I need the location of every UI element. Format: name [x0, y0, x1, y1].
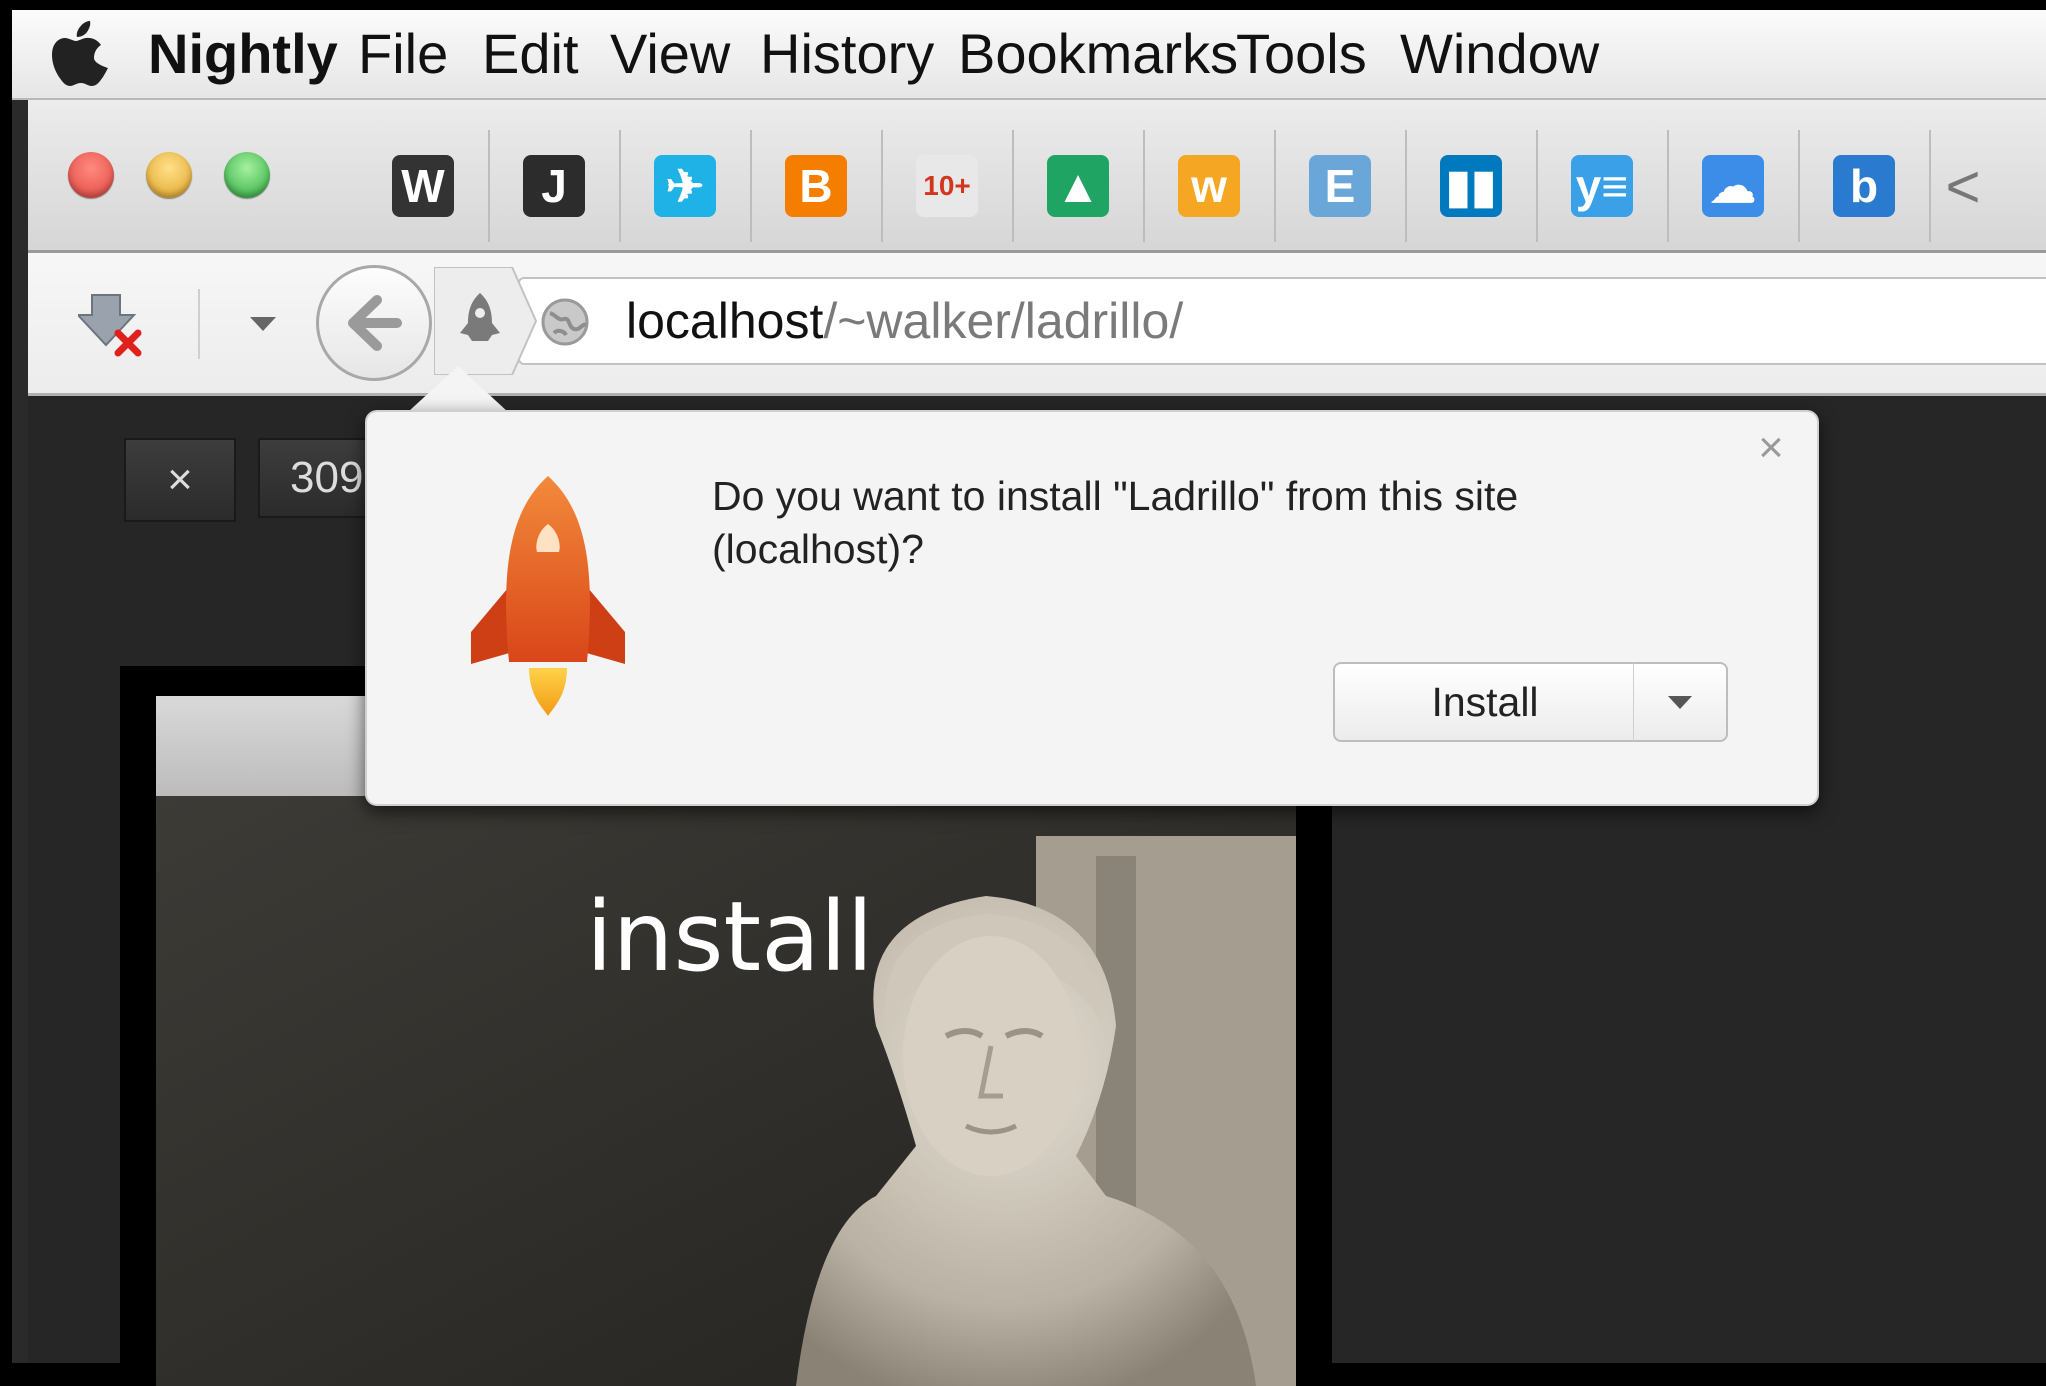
mac-menu-bar: Nightly File Edit View History Bookmarks… — [12, 10, 2046, 100]
url-text: localhost/~walker/ladrillo/ — [626, 279, 1183, 363]
url-host: localhost — [626, 293, 824, 349]
apple-logo-icon[interactable] — [46, 18, 116, 94]
wikipedia-icon: W — [392, 155, 454, 217]
bookmarks-toolbar: < W J ✈ B 10+ ▲ w E ▮▮ y≡ ☁ b — [28, 100, 2046, 253]
url-path: /~walker/ladrillo/ — [823, 293, 1184, 349]
page-close-button[interactable]: × — [124, 438, 236, 522]
rocket-app-install-icon[interactable] — [456, 291, 504, 349]
bookmark-button-jsfiddle[interactable]: J — [489, 130, 621, 242]
bookmark-button-google-drive[interactable]: ▲ — [1013, 130, 1145, 242]
chevron-down-icon[interactable] — [246, 313, 280, 335]
globe-icon — [541, 298, 589, 346]
bookmark-button-blogger[interactable]: B — [751, 130, 883, 242]
back-button[interactable] — [316, 265, 432, 381]
flight-icon: ✈ — [654, 155, 716, 217]
menu-bookmarks[interactable]: Bookmarks — [958, 10, 1238, 98]
minimize-window-button[interactable] — [146, 152, 192, 198]
bookmark-button-evernote[interactable]: E — [1275, 130, 1407, 242]
cloud-upload-icon: ☁ — [1702, 155, 1764, 217]
install-popup: Do you want to install "Ladrillo" from t… — [365, 410, 1819, 806]
bookmark-button-calendar[interactable]: 10+ — [882, 130, 1014, 242]
yammer-icon: y≡ — [1571, 155, 1633, 217]
blogger-icon: B — [785, 155, 847, 217]
menu-file[interactable]: File — [358, 10, 448, 98]
trello-icon: ▮▮ — [1440, 155, 1502, 217]
popup-close-icon[interactable]: × — [1749, 426, 1793, 470]
bookmarks-overflow-chevron-icon[interactable]: < — [1928, 130, 1998, 242]
zoom-window-button[interactable] — [224, 152, 270, 198]
menu-view[interactable]: View — [610, 10, 730, 98]
install-prompt-message: Do you want to install "Ladrillo" from t… — [712, 473, 1519, 572]
close-window-button[interactable] — [68, 152, 114, 198]
downloads-error-icon[interactable] — [78, 289, 144, 357]
bookmark-button-bing[interactable]: b — [1799, 130, 1931, 242]
bookmark-button-trello[interactable]: ▮▮ — [1406, 130, 1538, 242]
jsfiddle-icon: J — [523, 155, 585, 217]
bookmark-button-yammer[interactable]: y≡ — [1537, 130, 1669, 242]
install-button[interactable]: Install — [1333, 662, 1637, 742]
bookmark-button-flight[interactable]: ✈ — [620, 130, 752, 242]
url-bar[interactable]: localhost/~walker/ladrillo/ — [434, 267, 2046, 375]
navigation-bar: localhost/~walker/ladrillo/ — [28, 253, 2046, 396]
menu-window[interactable]: Window — [1400, 10, 1599, 98]
workday-icon: w — [1178, 155, 1240, 217]
rocket-icon — [471, 476, 625, 716]
back-arrow-icon — [348, 295, 402, 351]
bookmark-button-wikipedia[interactable]: W — [358, 130, 490, 242]
menu-edit[interactable]: Edit — [482, 10, 579, 98]
evernote-icon: E — [1309, 155, 1371, 217]
bing-icon: b — [1833, 155, 1895, 217]
google-drive-icon: ▲ — [1047, 155, 1109, 217]
menu-tools[interactable]: Tools — [1236, 10, 1367, 98]
chevron-down-icon — [1668, 696, 1692, 709]
bookmark-button-cloud-upload[interactable]: ☁ — [1668, 130, 1800, 242]
toolbar-separator — [198, 289, 200, 359]
page-heading: install — [586, 881, 874, 993]
calendar-icon: 10+ — [916, 155, 978, 217]
popup-arrow — [408, 366, 508, 412]
install-options-dropdown[interactable] — [1633, 662, 1728, 742]
menu-history[interactable]: History — [760, 10, 934, 98]
menu-app-nightly[interactable]: Nightly — [148, 10, 338, 98]
bookmark-button-workday[interactable]: w — [1144, 130, 1276, 242]
